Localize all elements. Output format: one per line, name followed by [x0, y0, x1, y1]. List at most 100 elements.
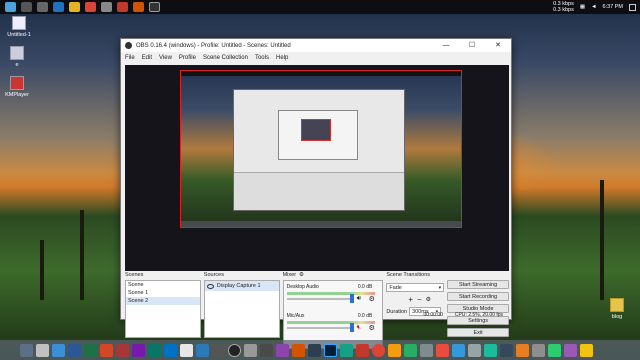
desktop-icon-kmplayer[interactable]: KMPlayer — [0, 76, 34, 98]
volume-icon[interactable]: ◄ — [591, 4, 596, 10]
gear-icon[interactable]: ⚙ — [299, 271, 304, 280]
file-icon — [12, 16, 26, 30]
notification-icon[interactable] — [629, 3, 636, 11]
app-icon[interactable] — [404, 343, 417, 357]
maximize-button[interactable]: ☐ — [459, 39, 485, 52]
menu-scene-collection[interactable]: Scene Collection — [203, 55, 248, 61]
app-icon[interactable] — [484, 343, 497, 357]
volume-fader[interactable] — [286, 327, 353, 329]
volume-fader-thumb[interactable] — [349, 294, 354, 303]
app-icon[interactable] — [20, 343, 33, 357]
minimize-button[interactable]: — — [433, 39, 459, 52]
outlook-icon[interactable] — [164, 343, 177, 357]
app-icon[interactable] — [52, 343, 65, 357]
menu-file[interactable]: File — [125, 55, 135, 61]
palm-trunk — [40, 240, 44, 300]
clock[interactable]: 6:37 PM — [603, 4, 623, 10]
speaker-icon[interactable]: 🔊︎ — [357, 295, 361, 303]
window-title: OBS 0.16.4 (windows) - Profile: Untitled… — [136, 42, 291, 49]
excel-icon[interactable] — [84, 343, 97, 357]
window-titlebar[interactable]: OBS 0.16.4 (windows) - Profile: Untitled… — [121, 39, 511, 52]
scenes-title: Scenes — [125, 272, 144, 278]
app-icon[interactable] — [468, 343, 481, 357]
menu-profile[interactable]: Profile — [179, 55, 196, 61]
app-icon[interactable] — [308, 343, 321, 357]
app-icon[interactable] — [356, 343, 369, 357]
file-explorer-icon[interactable] — [69, 2, 80, 12]
menu-help[interactable]: Help — [276, 55, 288, 61]
app-icon[interactable] — [260, 343, 273, 357]
chrome-icon[interactable] — [85, 2, 96, 12]
transition-toolbar: + − ⚙ — [386, 295, 444, 304]
desktop-icon-untitled[interactable]: Untitled-1 — [2, 16, 36, 38]
channel-name: Desktop Audio — [286, 284, 319, 290]
chrome-icon[interactable] — [372, 343, 385, 357]
edge-browser-icon[interactable] — [53, 2, 64, 12]
start-streaming-button[interactable]: Start Streaming — [447, 280, 509, 289]
obs-window: OBS 0.16.4 (windows) - Profile: Untitled… — [120, 38, 512, 349]
desktop-icon-e[interactable]: e — [0, 46, 34, 68]
app-icon[interactable] — [244, 343, 257, 357]
source-item[interactable]: Display Capture 1 — [204, 281, 279, 291]
preview-area[interactable] — [125, 65, 509, 271]
scene-item[interactable]: Scene 1 — [126, 289, 200, 297]
add-transition-button[interactable]: + — [408, 295, 413, 304]
scene-item-selected[interactable]: Scene 2 — [126, 297, 200, 305]
scene-item[interactable]: Scene — [126, 281, 200, 289]
preview-canvas[interactable] — [180, 70, 462, 228]
access-icon[interactable] — [116, 343, 129, 357]
remove-transition-button[interactable]: − — [417, 295, 422, 304]
desktop-icon-blog[interactable]: blog — [600, 298, 634, 320]
app-icon[interactable] — [101, 2, 112, 12]
status-cpu: CPU: 2.5%, 20.00 fps — [454, 311, 503, 318]
gear-icon[interactable]: ⚙ — [369, 324, 375, 332]
speaker-muted-icon[interactable]: 🔇︎ — [357, 324, 361, 332]
exit-button[interactable]: Exit — [447, 328, 509, 337]
obs-icon[interactable] — [228, 343, 241, 357]
captured-nested-preview — [301, 119, 331, 141]
app-icon[interactable] — [180, 343, 193, 357]
gear-icon[interactable]: ⚙ — [369, 295, 375, 303]
app-icon[interactable] — [436, 343, 449, 357]
word-icon[interactable] — [68, 343, 81, 357]
app-icon[interactable] — [500, 343, 513, 357]
gear-icon[interactable]: ⚙ — [426, 296, 431, 303]
app-icon[interactable] — [340, 343, 353, 357]
app-icon[interactable] — [548, 343, 561, 357]
app-icon[interactable] — [212, 343, 225, 357]
task-view-icon[interactable] — [37, 2, 48, 12]
app-icon[interactable] — [564, 343, 577, 357]
menu-view[interactable]: View — [159, 55, 172, 61]
search-icon[interactable] — [21, 2, 32, 12]
close-button[interactable]: ✕ — [485, 39, 511, 52]
onenote-icon[interactable] — [132, 343, 145, 357]
media-icon[interactable] — [117, 2, 128, 12]
app-icon[interactable] — [36, 343, 49, 357]
app-icon[interactable] — [292, 343, 305, 357]
volume-fader-thumb[interactable] — [349, 323, 354, 332]
menu-tools[interactable]: Tools — [255, 55, 269, 61]
photoshop-icon[interactable] — [324, 343, 337, 357]
sources-list[interactable]: Display Capture 1 — [203, 280, 280, 338]
windows-start-icon[interactable] — [5, 2, 16, 12]
app-icon[interactable] — [420, 343, 433, 357]
volume-fader[interactable] — [286, 298, 353, 300]
start-recording-button[interactable]: Start Recording — [447, 292, 509, 301]
publisher-icon[interactable] — [148, 343, 161, 357]
app-icon[interactable] — [388, 343, 401, 357]
app-icon[interactable] — [196, 343, 209, 357]
menu-edit[interactable]: Edit — [142, 55, 152, 61]
scenes-list[interactable]: Scene Scene 1 Scene 2 — [125, 280, 201, 338]
powerpoint-icon[interactable] — [100, 343, 113, 357]
obs-icon[interactable] — [149, 2, 160, 12]
network-icon[interactable]: ▦ — [580, 4, 585, 10]
app-icon[interactable] — [516, 343, 529, 357]
app-icon[interactable] — [580, 343, 593, 357]
app-icon[interactable] — [133, 2, 144, 12]
app-icon[interactable] — [276, 343, 289, 357]
transition-select[interactable]: Fade — [386, 283, 445, 292]
visibility-eye-icon[interactable] — [206, 283, 214, 289]
app-icon[interactable] — [452, 343, 465, 357]
window-controls: — ☐ ✕ — [433, 39, 511, 52]
app-icon[interactable] — [532, 343, 545, 357]
